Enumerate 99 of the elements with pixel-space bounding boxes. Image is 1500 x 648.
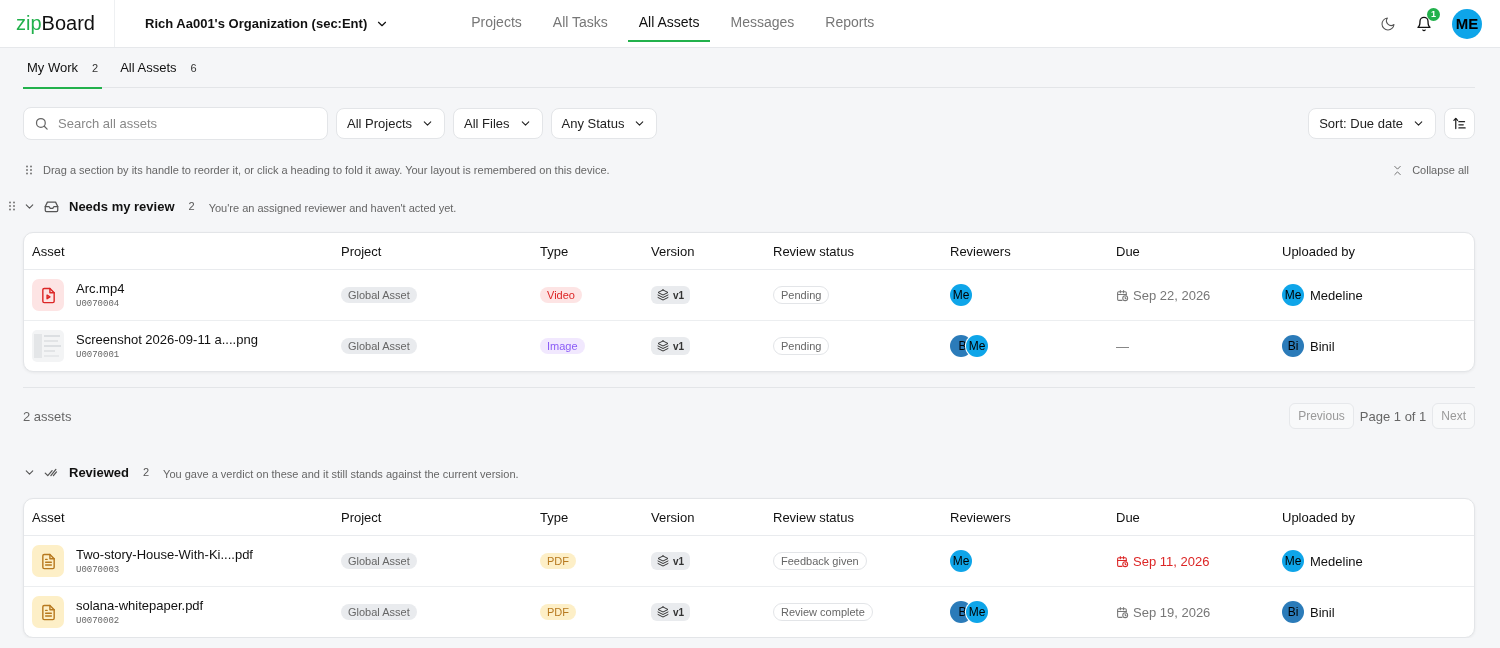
- avatar: Me: [950, 284, 972, 306]
- asset-name[interactable]: Screenshot 2026-09-11 a....png: [76, 332, 258, 347]
- bell-icon[interactable]: [1416, 15, 1432, 32]
- moon-icon: [1380, 15, 1396, 32]
- section-title[interactable]: Reviewed: [69, 464, 129, 480]
- uploader-name: Binil: [1310, 604, 1335, 620]
- drag-handle-icon: [23, 164, 35, 176]
- user-avatar[interactable]: ME: [1452, 8, 1482, 39]
- project-tag: Global Asset: [341, 553, 417, 569]
- column-header: Uploaded by: [1282, 509, 1356, 525]
- tab[interactable]: My Work 2: [23, 48, 103, 89]
- type-tag: Image: [540, 338, 585, 354]
- due-date: Sep 11, 2026: [1133, 553, 1210, 569]
- section-count: 2: [143, 466, 150, 478]
- filter-dropdown[interactable]: All Files: [453, 108, 543, 139]
- project-tag: Global Asset: [341, 338, 417, 354]
- column-header: Asset: [32, 509, 66, 525]
- version-tag: v1: [651, 552, 691, 570]
- version-tag: v1: [651, 286, 691, 304]
- column-header: Uploaded by: [1282, 243, 1356, 259]
- type-tag: PDF: [540, 553, 576, 569]
- column-header: Version: [651, 509, 696, 525]
- asset-id: U0070004: [76, 299, 121, 309]
- asset-name[interactable]: Arc.mp4: [76, 281, 125, 296]
- drag-handle-icon[interactable]: [6, 200, 18, 212]
- column-header: Due: [1116, 509, 1141, 525]
- sort-direction-button[interactable]: [1444, 108, 1475, 139]
- uploader-name: Medeline: [1310, 287, 1363, 303]
- project-tag: Global Asset: [341, 287, 417, 303]
- sort-ascending-icon: [1452, 116, 1467, 131]
- filter-dropdown[interactable]: Any Status: [550, 108, 658, 139]
- sort-dropdown[interactable]: Sort: Due date: [1308, 108, 1436, 139]
- review-status-tag: Review complete: [773, 603, 873, 621]
- calendar-icon: [1116, 554, 1129, 568]
- column-header: Version: [651, 243, 696, 259]
- review-status-tag: Feedback given: [773, 552, 867, 570]
- nav-link[interactable]: Projects: [460, 4, 533, 42]
- version-tag: v1: [651, 603, 691, 621]
- nav-link[interactable]: Reports: [814, 4, 886, 42]
- column-header: Type: [540, 509, 570, 525]
- nav-link[interactable]: All Assets: [627, 4, 711, 42]
- column-header: Review status: [773, 509, 855, 525]
- asset-id: U0070003: [76, 565, 121, 575]
- column-header: Type: [540, 243, 570, 259]
- layers-icon: [657, 289, 669, 301]
- due-date: Sep 22, 2026: [1133, 287, 1211, 303]
- asset-name[interactable]: solana-whitepaper.pdf: [76, 598, 204, 613]
- layers-icon: [657, 606, 669, 618]
- organization-selector[interactable]: Rich Aa001's Organization (sec:Ent): [145, 16, 390, 31]
- section-description: You gave a verdict on these and it still stands against the current version.: [163, 467, 519, 480]
- avatar: Me: [1282, 550, 1304, 572]
- layers-icon: [657, 340, 669, 352]
- asset-id: U0070001: [76, 350, 121, 360]
- asset-name[interactable]: Two-story-House-With-Ki....pdf: [76, 547, 253, 562]
- layers-icon: [657, 555, 669, 567]
- asset-id: U0070002: [76, 616, 121, 626]
- version-tag: v1: [651, 337, 691, 355]
- section-description: You're an assigned reviewer and haven't acted yet.: [208, 201, 457, 214]
- collapse-icon: [1392, 164, 1404, 176]
- nav-link[interactable]: All Tasks: [541, 4, 619, 42]
- notification-badge: 1: [1427, 7, 1440, 21]
- type-tag: PDF: [540, 604, 576, 620]
- document-icon: [39, 603, 57, 621]
- due-date: —: [1116, 338, 1129, 354]
- column-header: Project: [341, 243, 383, 259]
- avatar: Bi: [1282, 601, 1304, 623]
- due-date: Sep 19, 2026: [1133, 604, 1211, 620]
- logo[interactable]: zipBoard: [0, 0, 115, 47]
- nav-link[interactable]: Messages: [719, 4, 806, 42]
- filter-dropdown[interactable]: All Projects: [336, 108, 446, 139]
- column-header: Reviewers: [950, 509, 1012, 525]
- avatar: Bi: [1282, 335, 1304, 357]
- calendar-icon: [1116, 605, 1129, 619]
- inbox-icon: [44, 198, 59, 214]
- uploader-name: Medeline: [1310, 553, 1363, 569]
- review-status-tag: Pending: [773, 286, 830, 304]
- section-count: 2: [188, 200, 195, 212]
- hint-text: Drag a section by its handle to reorder it, or click a heading to fold it away. Your layout is remembered on this device.: [43, 164, 610, 176]
- uploader-name: Binil: [1310, 338, 1335, 354]
- collapse-all-button[interactable]: Collapse all: [1392, 164, 1469, 176]
- video-file-icon: [39, 286, 57, 304]
- column-header: Project: [341, 509, 383, 525]
- section-title[interactable]: Needs my review: [69, 198, 175, 214]
- review-status-tag: Pending: [773, 337, 830, 355]
- avatar: Me: [1282, 284, 1304, 306]
- page-indicator: Page 1 of 1: [1359, 408, 1427, 424]
- tab[interactable]: All Assets 6: [116, 48, 201, 89]
- search-field[interactable]: Search all assets: [23, 107, 328, 140]
- asset-total: 2 assets: [23, 408, 72, 424]
- column-header: Asset: [32, 243, 66, 259]
- column-header: Due: [1116, 243, 1141, 259]
- calendar-icon: [1116, 288, 1129, 302]
- avatar: Me: [950, 550, 972, 572]
- column-header: Review status: [773, 243, 855, 259]
- project-tag: Global Asset: [341, 604, 417, 620]
- document-icon: [39, 552, 57, 570]
- type-tag: Video: [540, 287, 582, 303]
- column-header: Reviewers: [950, 243, 1012, 259]
- search-icon: [34, 116, 49, 131]
